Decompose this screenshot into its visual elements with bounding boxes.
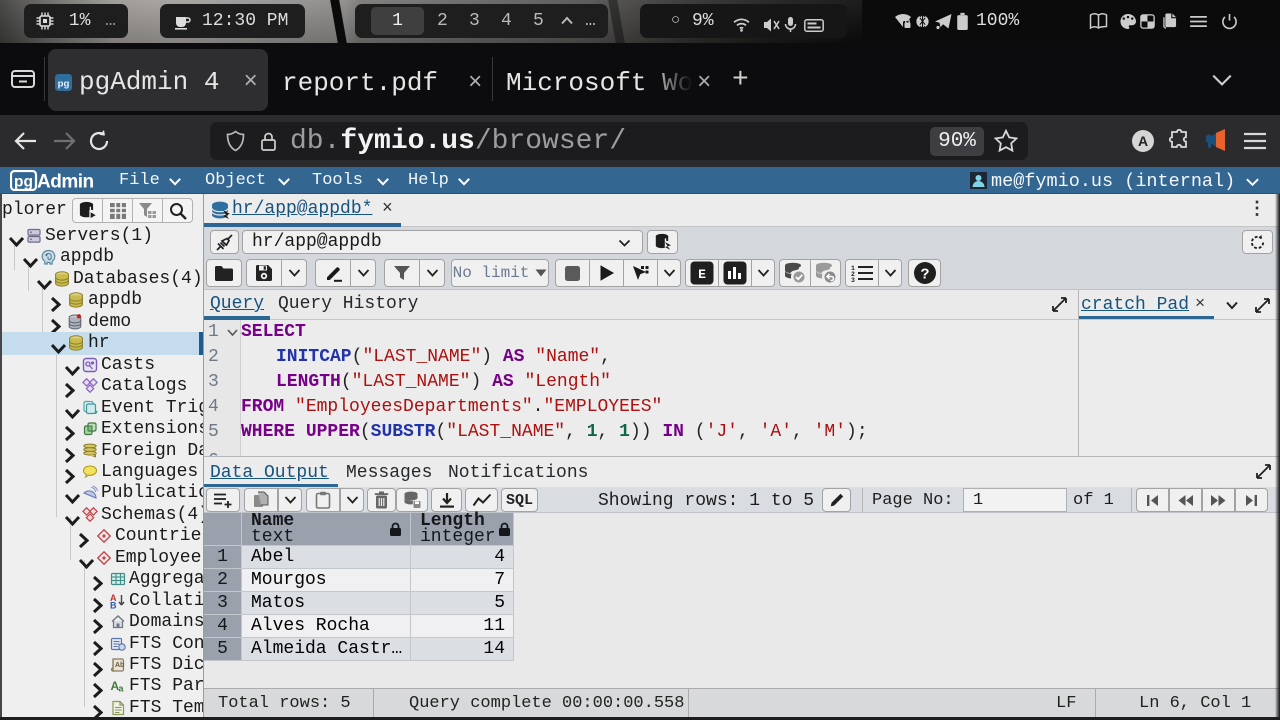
svg-text:E: E	[698, 267, 706, 282]
svg-text:3: 3	[851, 277, 855, 282]
svg-text:a: a	[119, 684, 125, 694]
svg-text:pg: pg	[14, 174, 33, 191]
svg-text:B: B	[110, 601, 117, 610]
svg-text:Ab: Ab	[115, 662, 124, 669]
svg-text:A: A	[1138, 133, 1148, 149]
svg-text:pg: pg	[58, 78, 70, 89]
svg-text:Admin: Admin	[37, 172, 94, 192]
svg-text:?: ?	[920, 267, 929, 284]
